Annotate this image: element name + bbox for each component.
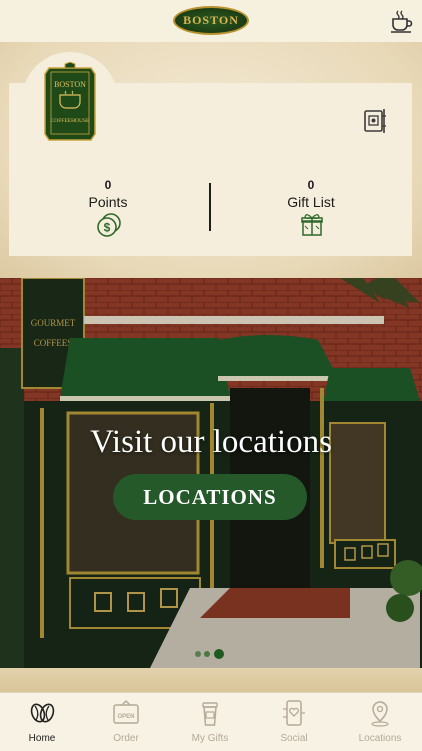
bottom-navigation: Home OPEN Order My Gifts Social Location… — [0, 692, 422, 751]
nav-item-locations[interactable]: Locations — [338, 693, 422, 751]
nav-label-social: Social — [280, 733, 308, 744]
gift-cup-icon — [202, 702, 218, 726]
svg-text:$: $ — [104, 221, 111, 235]
points-value: 0 — [104, 178, 112, 192]
nav-item-order[interactable]: OPEN Order — [84, 693, 168, 751]
locations-button[interactable]: LOCATIONS — [113, 474, 307, 520]
scan-card-icon[interactable] — [362, 107, 388, 135]
phone-heart-icon — [283, 700, 305, 726]
storefront-photo: GOURMET COFFEES — [0, 278, 422, 668]
section-divider-strip — [0, 668, 422, 692]
nav-label-order: Order — [113, 733, 139, 744]
coffee-beans-icon — [30, 703, 55, 723]
nav-label-home: Home — [28, 733, 56, 744]
gift-list-stat[interactable]: 0 Gift List — [271, 178, 351, 210]
hero-headline: Visit our locations — [90, 424, 332, 460]
badge-text-bottom: COFFEEHOUSE — [51, 118, 90, 124]
nav-item-my-gifts[interactable]: My Gifts — [168, 693, 252, 751]
nav-label-locations: Locations — [358, 733, 402, 744]
coffee-cup-icon[interactable] — [388, 7, 416, 35]
points-stat[interactable]: 0 Points — [68, 178, 148, 210]
nav-item-social[interactable]: Social — [252, 693, 336, 751]
coffeehouse-badge-logo: BOSTON COFFEEHOUSE — [44, 62, 96, 141]
points-label: Points — [88, 194, 128, 210]
open-sign-icon: OPEN — [113, 700, 139, 724]
stats-divider — [209, 183, 211, 231]
locations-banner[interactable]: GOURMET COFFEES — [0, 278, 422, 668]
coins-icon: $ — [97, 213, 121, 237]
carousel-dot-2[interactable] — [204, 651, 210, 657]
brand-logo: BOSTON — [173, 6, 249, 35]
map-pin-icon — [371, 701, 389, 727]
gifts-label: Gift List — [287, 194, 335, 210]
nav-item-home[interactable]: Home — [0, 693, 84, 751]
carousel-dot-1[interactable] — [195, 651, 201, 657]
nav-label-my-gifts: My Gifts — [191, 733, 229, 744]
top-bar: BOSTON — [0, 0, 422, 43]
carousel-dot-3-active[interactable] — [214, 649, 224, 659]
svg-text:OPEN: OPEN — [117, 714, 134, 720]
gifts-value: 0 — [307, 178, 315, 192]
gift-box-icon — [301, 214, 323, 236]
badge-text-top: BOSTON — [54, 80, 86, 89]
brand-logo-text: BOSTON — [183, 13, 239, 27]
